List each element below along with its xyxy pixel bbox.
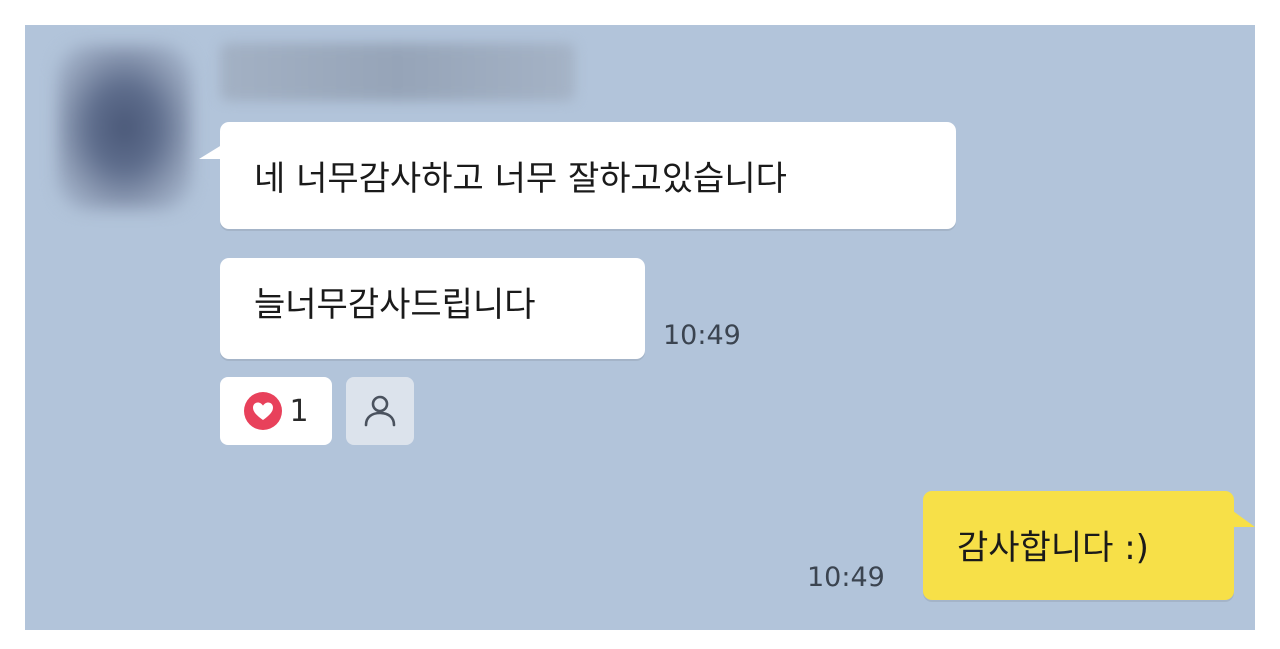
incoming-message-bubble[interactable]: 늘너무감사드립니다 [220, 258, 645, 359]
incoming-message-bubble[interactable]: 네 너무감사하고 너무 잘하고있습니다 [220, 122, 956, 229]
message-text: 감사합니다 :) [957, 528, 1149, 568]
sender-name [220, 43, 575, 101]
message-time: 10:49 [807, 562, 885, 593]
heart-count: 1 [289, 393, 309, 429]
sender-avatar[interactable] [57, 45, 192, 210]
message-time: 10:49 [663, 320, 741, 351]
bubble-tail [1233, 511, 1255, 527]
outgoing-message-bubble[interactable]: 감사합니다 :) [923, 491, 1234, 600]
person-icon [360, 391, 400, 431]
chat-area: 네 너무감사하고 너무 잘하고있습니다 늘너무감사드립니다 10:49 1 10… [25, 25, 1255, 630]
heart-reaction[interactable]: 1 [220, 377, 332, 445]
message-text: 늘너무감사드립니다 [254, 285, 536, 325]
message-text: 네 너무감사하고 너무 잘하고있습니다 [254, 159, 787, 199]
add-reaction-button[interactable] [346, 377, 414, 445]
heart-icon [243, 391, 283, 431]
